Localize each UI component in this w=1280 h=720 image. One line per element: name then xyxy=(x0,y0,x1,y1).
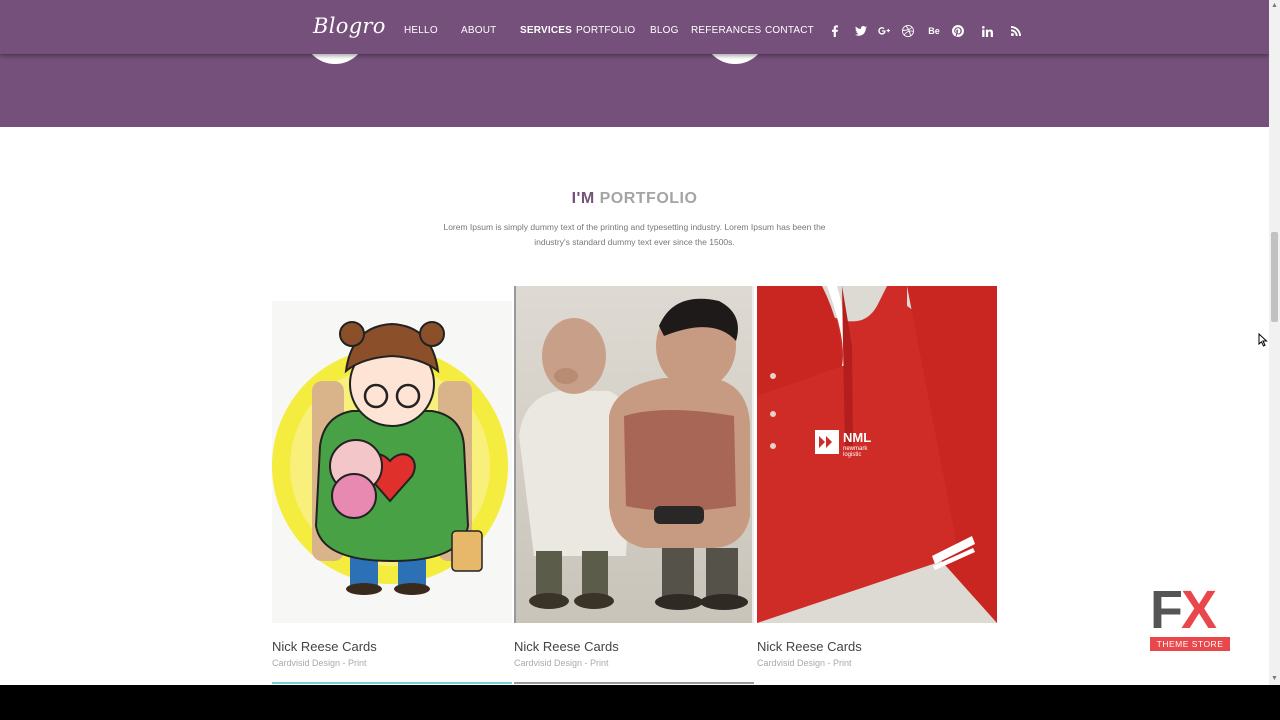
nav-item-hello[interactable]: HELLO xyxy=(404,25,438,36)
shirt-logo-line2: logistic xyxy=(843,452,861,458)
twitter-icon[interactable] xyxy=(853,23,869,39)
pinterest-icon[interactable] xyxy=(950,23,966,39)
portfolio-heading-suffix: PORTFOLIO xyxy=(599,190,698,207)
card-title[interactable]: Nick Reese Cards xyxy=(757,639,862,654)
rss-icon[interactable] xyxy=(1008,23,1024,39)
card-underline xyxy=(272,682,512,684)
mouse-cursor-icon xyxy=(1258,332,1268,352)
portfolio-image[interactable]: NML newmark logistic xyxy=(757,286,997,623)
portfolio-heading: I'M PORTFOLIO xyxy=(0,190,1269,208)
page-viewport: Blogro HELLO ABOUT SERVICES PORTFOLIO BL… xyxy=(0,0,1269,685)
portfolio-heading-prefix: I'M xyxy=(571,190,595,207)
vertical-scrollbar[interactable]: ▲ ▼ xyxy=(1269,0,1280,685)
nav-item-portfolio[interactable]: PORTFOLIO xyxy=(576,25,635,36)
fx-logo-letter-x: X xyxy=(1181,580,1217,640)
card-subtitle: Cardvisid Design - Print xyxy=(514,658,609,668)
card-title[interactable]: Nick Reese Cards xyxy=(514,639,619,654)
portfolio-image[interactable] xyxy=(272,286,512,623)
scroll-up-icon[interactable]: ▲ xyxy=(1271,2,1278,9)
nav-item-blog[interactable]: BLOG xyxy=(650,25,679,36)
fx-logo-text: F xyxy=(1150,580,1183,640)
card-subtitle: Cardvisid Design - Print xyxy=(757,658,852,668)
fx-theme-store-watermark: FX THEME STORE xyxy=(1150,583,1230,651)
behance-icon[interactable]: Be xyxy=(926,23,942,39)
nav-item-contact[interactable]: CONTACT xyxy=(765,25,814,36)
google-plus-icon[interactable] xyxy=(876,23,892,39)
card-underline xyxy=(514,682,754,684)
dribbble-icon[interactable] xyxy=(900,23,916,39)
card-title[interactable]: Nick Reese Cards xyxy=(272,639,377,654)
linkedin-icon[interactable] xyxy=(979,23,995,39)
scrollbar-thumb[interactable] xyxy=(1271,232,1278,322)
facebook-icon[interactable] xyxy=(827,23,843,39)
fx-logo-caption: THEME STORE xyxy=(1150,637,1230,651)
portfolio-description: Lorem Ipsum is simply dummy text of the … xyxy=(443,222,826,247)
nav-item-referances[interactable]: REFERANCES xyxy=(691,25,761,36)
shirt-logo-mark: NML xyxy=(843,430,871,445)
fx-logo-letters: FX xyxy=(1150,580,1217,640)
card-subtitle: Cardvisid Design - Print xyxy=(272,658,367,668)
site-logo[interactable]: Blogro xyxy=(313,14,386,38)
nav-item-about[interactable]: ABOUT xyxy=(461,25,496,36)
scroll-down-icon[interactable]: ▼ xyxy=(1271,675,1278,682)
portfolio-image[interactable] xyxy=(514,286,754,623)
nav-item-services[interactable]: SERVICES xyxy=(520,25,572,36)
top-navbar: Blogro HELLO ABOUT SERVICES PORTFOLIO BL… xyxy=(0,0,1269,54)
